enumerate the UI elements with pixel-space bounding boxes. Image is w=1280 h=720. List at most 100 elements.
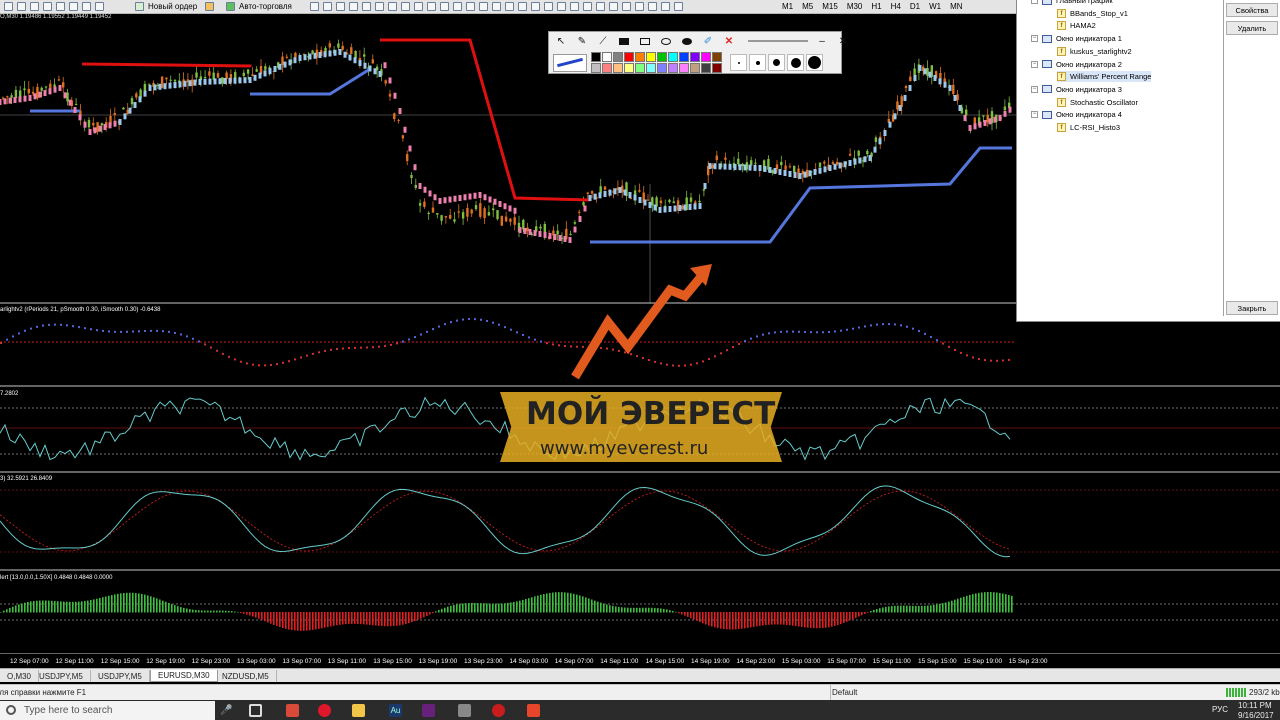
tree-indicator-item[interactable]: f Stochastic Oscillator xyxy=(1057,97,1138,108)
clock-date[interactable]: 9/16/2017 xyxy=(1238,711,1274,720)
color-swatch[interactable] xyxy=(690,52,700,62)
tree-window-item[interactable]: − Окно индикатора 1 xyxy=(1031,33,1122,44)
microphone-icon[interactable]: 🎤 xyxy=(220,705,232,716)
line-tool-icon[interactable]: ⟋ xyxy=(595,34,611,48)
toolbar-icon[interactable] xyxy=(427,2,436,11)
collapse-icon[interactable]: − xyxy=(1031,60,1038,68)
toolbar-icon[interactable] xyxy=(596,2,605,11)
color-swatch[interactable] xyxy=(624,63,634,73)
tree-indicator-item[interactable]: f kuskus_starlightv2 xyxy=(1057,46,1132,57)
clock-time[interactable]: 10:11 PM xyxy=(1238,701,1272,710)
tree-window-item[interactable]: − Окно индикатора 3 xyxy=(1031,84,1122,95)
collapse-icon[interactable]: − xyxy=(1031,85,1038,93)
close-button[interactable]: Закрыть xyxy=(1226,301,1278,315)
task-view-icon[interactable] xyxy=(249,704,262,717)
chart-tab[interactable]: USDJPY,M5 xyxy=(32,670,91,682)
color-swatch[interactable] xyxy=(668,63,678,73)
toolbar-icon[interactable] xyxy=(401,2,410,11)
collapse-icon[interactable]: − xyxy=(1031,0,1038,4)
toolbar-icon[interactable] xyxy=(17,2,26,11)
delete-button[interactable]: Удалить xyxy=(1226,21,1278,35)
color-swatch[interactable] xyxy=(712,52,722,62)
color-swatch[interactable] xyxy=(591,63,601,73)
toolbar-icon[interactable] xyxy=(56,2,65,11)
brush-size-5[interactable] xyxy=(806,54,823,71)
toolbar-icon[interactable] xyxy=(375,2,384,11)
toolbar-icon[interactable] xyxy=(479,2,488,11)
tree-window-item[interactable]: − Главный график xyxy=(1031,0,1113,6)
rectangle-filled-icon[interactable] xyxy=(616,34,632,48)
color-swatch[interactable] xyxy=(657,52,667,62)
color-swatch[interactable] xyxy=(613,52,623,62)
properties-button[interactable]: Свойства xyxy=(1226,3,1278,17)
indicator-tree[interactable]: − Главный график f BBands_Stop_v1 f HAMA2− Окн… xyxy=(1017,0,1224,316)
toolbar-icon[interactable] xyxy=(30,2,39,11)
toolbar-icon[interactable] xyxy=(674,2,683,11)
color-swatch[interactable] xyxy=(624,52,634,62)
metaeditor-button[interactable] xyxy=(205,1,218,12)
toolbar-icon[interactable] xyxy=(336,2,345,11)
toolbar-icon[interactable] xyxy=(583,2,592,11)
timeframe-button[interactable]: H4 xyxy=(891,2,901,11)
app-icon[interactable] xyxy=(458,704,471,717)
timeframe-button[interactable]: M30 xyxy=(847,2,863,11)
toolbar-icon[interactable] xyxy=(648,2,657,11)
color-swatch[interactable] xyxy=(690,63,700,73)
color-swatch[interactable] xyxy=(635,63,645,73)
color-swatch[interactable] xyxy=(602,63,612,73)
color-swatch[interactable] xyxy=(668,52,678,62)
toolbar-icon[interactable] xyxy=(466,2,475,11)
toolbar-icon[interactable] xyxy=(95,2,104,11)
tree-indicator-item[interactable]: f LC-RSI_Histo3 xyxy=(1057,122,1120,133)
color-swatch[interactable] xyxy=(657,63,667,73)
chart-tab-active[interactable]: EURUSD,M30 xyxy=(150,670,218,682)
tree-indicator-item[interactable]: f HAMA2 xyxy=(1057,20,1096,31)
brush-size-2[interactable] xyxy=(749,54,766,71)
color-swatch[interactable] xyxy=(701,52,711,62)
toolbar-icon[interactable] xyxy=(43,2,52,11)
toolbar-icon[interactable] xyxy=(310,2,319,11)
color-swatch[interactable] xyxy=(679,52,689,62)
color-swatch[interactable] xyxy=(646,52,656,62)
cursor-icon[interactable]: ↖ xyxy=(553,34,569,48)
toolbar-icon[interactable] xyxy=(492,2,501,11)
brush-size-1[interactable] xyxy=(730,54,747,71)
toolbar-icon[interactable] xyxy=(531,2,540,11)
vivaldi-icon[interactable] xyxy=(286,704,299,717)
toolbar-icon[interactable] xyxy=(570,2,579,11)
chart-tab[interactable]: NZDUSD,M5 xyxy=(215,670,277,682)
color-swatch[interactable] xyxy=(602,52,612,62)
color-swatch[interactable] xyxy=(701,63,711,73)
file-explorer-icon[interactable] xyxy=(352,704,365,717)
pencil-icon[interactable]: ✎ xyxy=(574,34,590,48)
toolbar-icon[interactable] xyxy=(635,2,644,11)
brush-size-4[interactable] xyxy=(787,54,804,71)
timeframe-button[interactable]: M1 xyxy=(782,2,793,11)
brush-size-3[interactable] xyxy=(768,54,785,71)
rectangle-icon[interactable] xyxy=(637,34,653,48)
auto-trading-button[interactable]: Авто-торговля xyxy=(226,1,292,12)
tree-window-item[interactable]: − Окно индикатора 2 xyxy=(1031,59,1122,70)
timeframe-button[interactable]: MN xyxy=(950,2,962,11)
ellipse-icon[interactable] xyxy=(658,34,674,48)
drag-handle[interactable] xyxy=(748,40,808,42)
toolbar-icon[interactable] xyxy=(349,2,358,11)
collapse-icon[interactable]: − xyxy=(1031,35,1038,43)
new-order-button[interactable]: Новый ордер xyxy=(135,1,197,12)
toolbar-icon[interactable] xyxy=(323,2,332,11)
toolbar-icon[interactable] xyxy=(414,2,423,11)
timeframe-button[interactable]: M5 xyxy=(802,2,813,11)
taskbar-search-input[interactable]: Type here to search xyxy=(0,701,215,720)
opera-icon[interactable] xyxy=(318,704,331,717)
color-swatch[interactable] xyxy=(613,63,623,73)
color-swatch[interactable] xyxy=(679,63,689,73)
toolbar-icon[interactable] xyxy=(440,2,449,11)
toolbar-icon[interactable] xyxy=(362,2,371,11)
color-swatch[interactable] xyxy=(635,52,645,62)
color-swatch[interactable] xyxy=(591,52,601,62)
toolbar-icon[interactable] xyxy=(609,2,618,11)
timeframe-button[interactable]: D1 xyxy=(910,2,920,11)
timeframe-button[interactable]: M15 xyxy=(822,2,838,11)
toolbar-icon[interactable] xyxy=(557,2,566,11)
ellipse-filled-icon[interactable] xyxy=(679,34,695,48)
